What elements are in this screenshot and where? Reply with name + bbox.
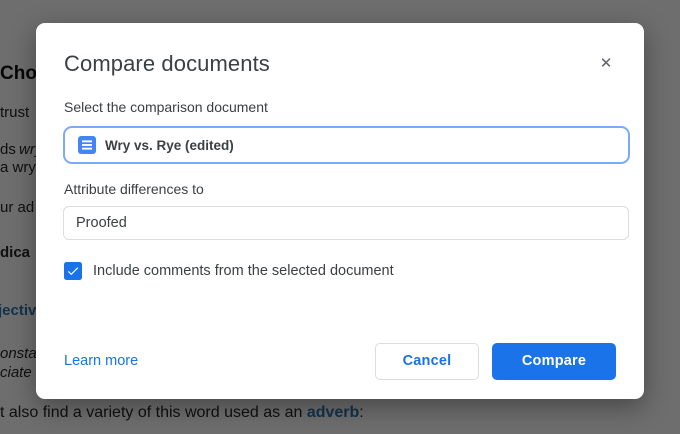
include-comments-label: Include comments from the selected docum… (93, 263, 394, 279)
compare-documents-dialog: Compare documents ✕ Select the compariso… (36, 23, 644, 399)
learn-more-link[interactable]: Learn more (64, 353, 138, 369)
dialog-footer: Learn more Cancel Compare (64, 342, 616, 380)
attribute-differences-label: Attribute differences to (64, 181, 204, 197)
comparison-document-selector[interactable]: Wry vs. Rye (edited) (63, 126, 630, 164)
include-comments-row: Include comments from the selected docum… (64, 262, 394, 280)
include-comments-checkbox[interactable] (64, 262, 82, 280)
selected-document-name: Wry vs. Rye (edited) (105, 137, 234, 153)
checkmark-icon (67, 267, 79, 276)
google-docs-icon (78, 136, 96, 154)
footer-buttons: Cancel Compare (375, 342, 616, 380)
cancel-button[interactable]: Cancel (375, 342, 479, 380)
attribute-differences-input[interactable] (63, 206, 629, 240)
close-icon[interactable]: ✕ (596, 53, 616, 73)
dialog-title: Compare documents (64, 51, 270, 76)
select-document-label: Select the comparison document (64, 99, 268, 115)
compare-button[interactable]: Compare (492, 342, 616, 380)
